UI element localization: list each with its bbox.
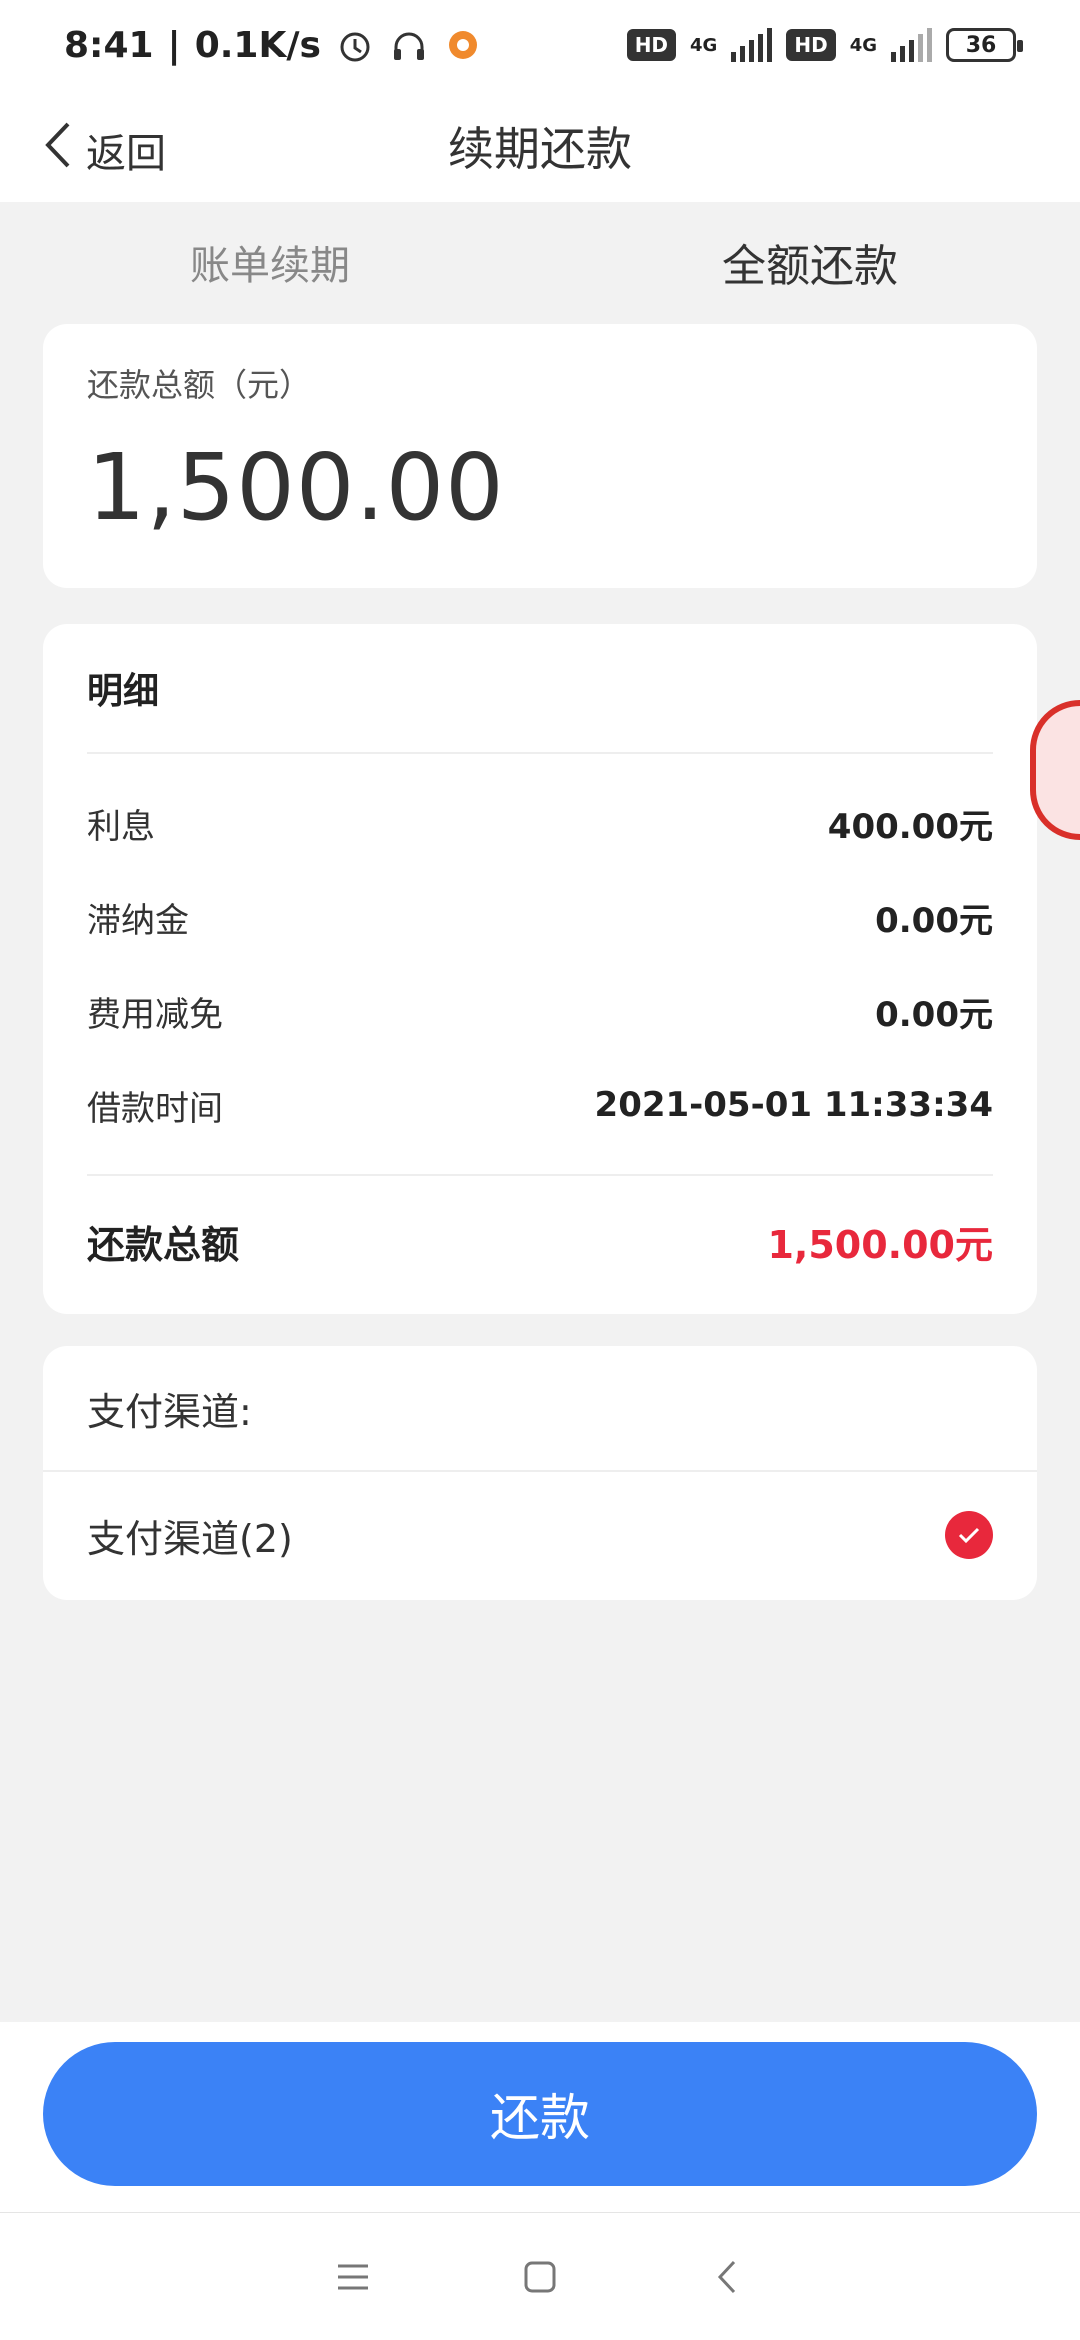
battery-icon: 36 — [946, 28, 1023, 62]
detail-row-value: 2021-05-01 11:33:34 — [594, 1085, 993, 1125]
status-divider: | — [167, 24, 181, 66]
detail-row-value: 400.00元 — [827, 806, 993, 847]
detail-row-interest: 利息 400.00元 — [87, 776, 993, 870]
back-triangle-icon[interactable] — [697, 2247, 757, 2307]
signal-icon-2 — [891, 28, 932, 62]
total-amount-value: 1,500.00 — [87, 434, 505, 541]
payment-channel-option[interactable]: 支付渠道(2) — [43, 1472, 1037, 1598]
detail-row-key: 费用减免 — [87, 994, 223, 1035]
detail-total-row: 还款总额 1,500.00元 — [87, 1176, 993, 1306]
menu-icon[interactable] — [323, 2247, 383, 2307]
alarm-icon — [335, 25, 375, 65]
detail-row-value: 0.00元 — [875, 900, 993, 941]
app-notification-icon — [443, 25, 483, 65]
detail-row-loan-time: 借款时间 2021-05-01 11:33:34 — [87, 1058, 993, 1152]
detail-row-key: 借款时间 — [87, 1088, 223, 1129]
tab-full-repayment[interactable]: 全额还款 — [540, 230, 1080, 294]
detail-total-key: 还款总额 — [87, 1222, 240, 1267]
status-left: 8:41 | 0.1K/s — [64, 25, 483, 66]
total-amount-label: 还款总额（元） — [87, 366, 312, 404]
detail-total-value: 1,500.00元 — [767, 1222, 993, 1267]
chevron-left-icon — [44, 120, 72, 180]
nav-bar: 返回 续期还款 — [0, 90, 1080, 202]
status-bar: 8:41 | 0.1K/s HD 4G HD 4G 36 — [0, 0, 1080, 90]
payment-channel-card: 支付渠道: 支付渠道(2) — [43, 1346, 1037, 1600]
total-amount-card: 还款总额（元） 1,500.00 — [43, 324, 1037, 588]
hd-badge-2: HD — [786, 29, 836, 61]
network-type-1: 4G — [690, 34, 718, 56]
payment-channel-header: 支付渠道: — [43, 1346, 1037, 1472]
bottom-action-area: 还款 — [0, 2022, 1080, 2212]
floating-mascot-icon[interactable] — [1030, 700, 1080, 840]
status-net-speed: 0.1K/s — [194, 24, 321, 66]
detail-row-fee-waiver: 费用减免 0.00元 — [87, 964, 993, 1058]
back-label: 返回 — [86, 131, 166, 177]
headset-icon — [389, 25, 429, 65]
detail-row-key: 利息 — [87, 806, 155, 847]
tab-bill-renewal[interactable]: 账单续期 — [0, 233, 540, 291]
detail-card: 明细 利息 400.00元 滞纳金 0.00元 费用减免 0.00元 借款时间 … — [43, 624, 1037, 1314]
check-circle-icon[interactable] — [945, 1511, 993, 1559]
detail-rows: 利息 400.00元 滞纳金 0.00元 费用减免 0.00元 借款时间 202… — [87, 754, 993, 1176]
home-square-icon[interactable] — [510, 2247, 570, 2307]
tab-bar: 账单续期 全额还款 — [0, 202, 1080, 322]
detail-title: 明细 — [87, 624, 993, 754]
detail-row-value: 0.00元 — [875, 994, 993, 1035]
hd-badge-1: HD — [626, 29, 677, 61]
back-button[interactable]: 返回 — [44, 120, 166, 180]
repay-button[interactable]: 还款 — [43, 2042, 1037, 2186]
status-time: 8:41 — [64, 24, 154, 66]
detail-row-late-fee: 滞纳金 0.00元 — [87, 870, 993, 964]
battery-level: 36 — [965, 32, 997, 58]
system-nav-bar — [0, 2212, 1080, 2340]
network-type-2: 4G — [849, 34, 877, 56]
detail-row-key: 滞纳金 — [87, 900, 189, 941]
status-right: HD 4G HD 4G 36 — [626, 28, 1023, 62]
signal-icon-1 — [731, 28, 773, 62]
payment-channel-option-label: 支付渠道(2) — [87, 1516, 293, 1561]
